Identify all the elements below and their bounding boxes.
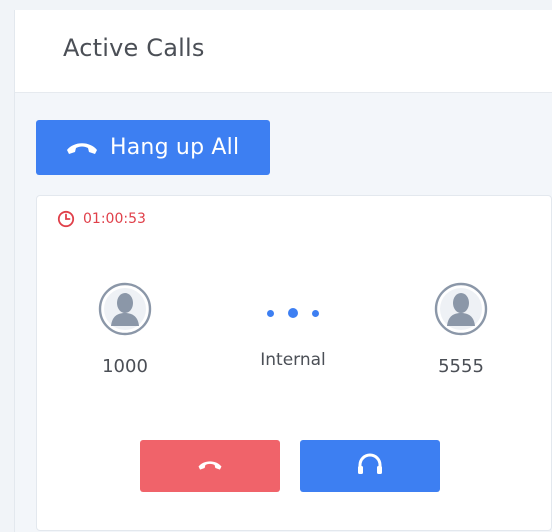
clock-icon	[57, 210, 75, 228]
listen-button[interactable]	[300, 440, 440, 492]
call-card: 01:00:53 1000 Internal 5555	[36, 195, 552, 531]
caller-number: 1000	[102, 356, 148, 377]
hang-up-button[interactable]	[140, 440, 280, 492]
call-connection: Internal	[243, 296, 343, 370]
callee: 5555	[421, 282, 501, 377]
hang-up-all-button[interactable]: Hang up All	[36, 120, 270, 175]
connecting-dots-icon	[243, 296, 343, 330]
phone-hangup-icon	[197, 457, 223, 476]
active-calls-panel: Active Calls Hang up All 01:00:53 1000 I…	[14, 10, 552, 532]
call-timer: 01:00:53	[57, 210, 146, 228]
headset-icon	[357, 453, 383, 479]
caller: 1000	[85, 282, 165, 377]
hang-up-all-label: Hang up All	[110, 135, 240, 160]
user-avatar-icon	[98, 282, 152, 336]
callee-number: 5555	[438, 356, 484, 377]
page-title: Active Calls	[63, 34, 205, 62]
phone-hangup-icon	[64, 138, 100, 158]
call-duration: 01:00:53	[83, 211, 146, 227]
user-avatar-icon	[434, 282, 488, 336]
page-header: Active Calls	[15, 10, 552, 93]
call-type: Internal	[260, 350, 326, 370]
